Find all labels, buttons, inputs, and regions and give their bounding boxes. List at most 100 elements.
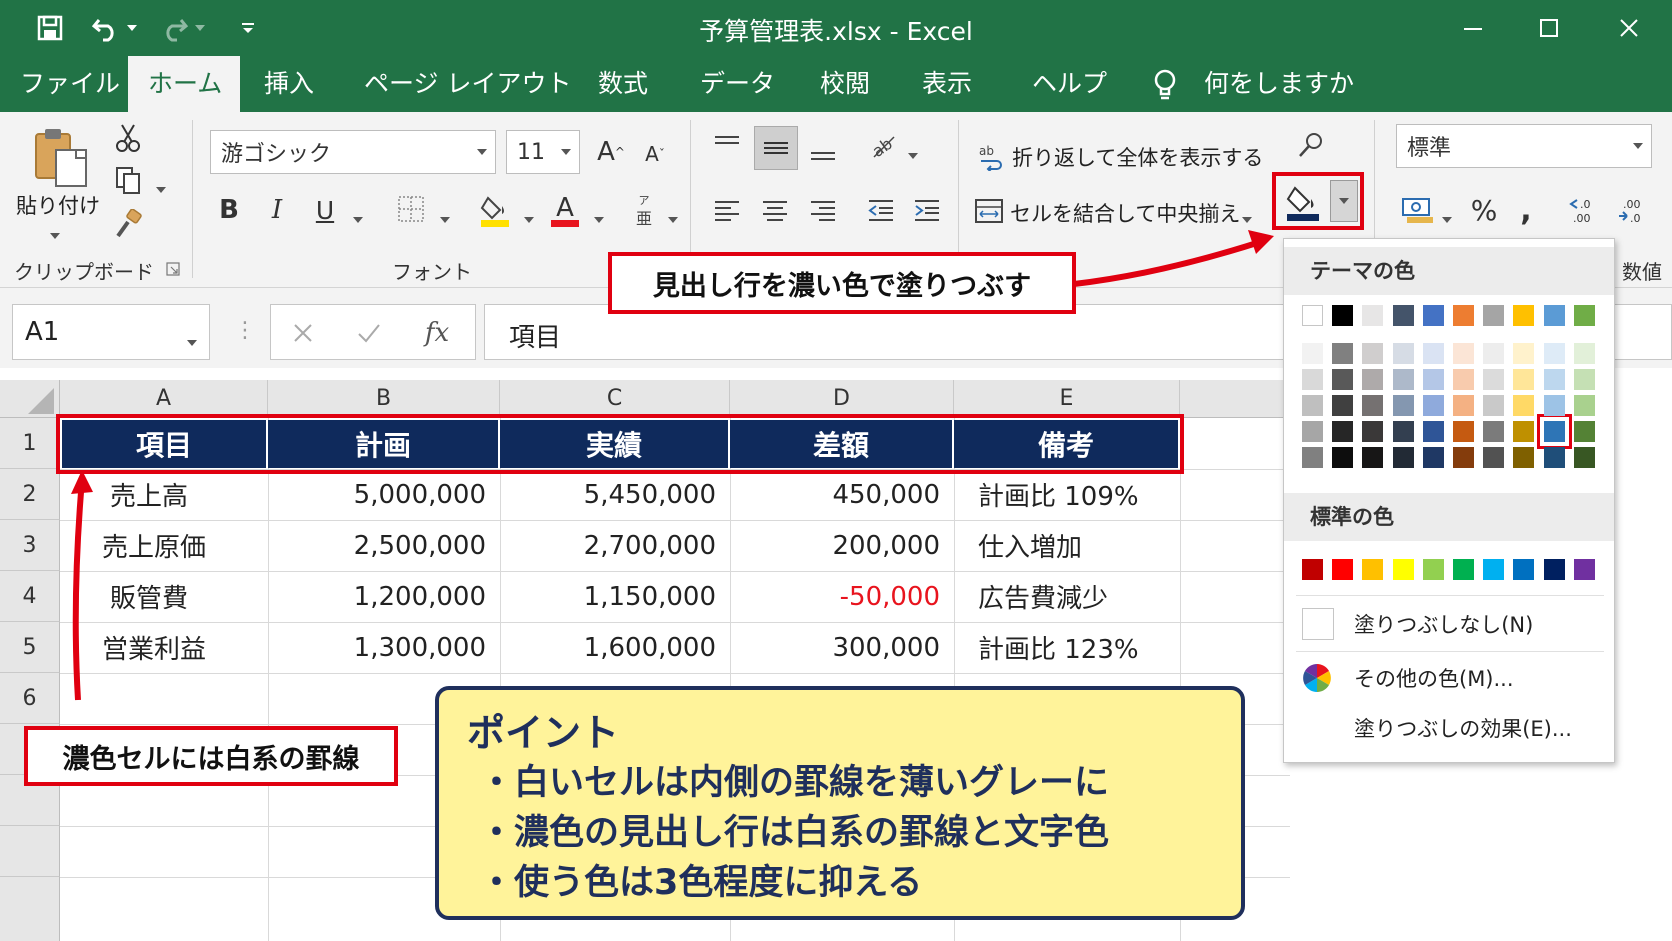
theme-shade-swatch[interactable] [1332,369,1354,390]
comma-style-icon[interactable]: , [1512,190,1540,230]
theme-color-swatch[interactable] [1302,305,1323,326]
theme-shade-swatch[interactable] [1392,447,1414,468]
underline-icon[interactable]: U [310,188,340,232]
merge-center-button[interactable]: セルを結合して中央揃え [1010,198,1240,228]
theme-color-swatch[interactable] [1513,305,1535,326]
tab-file[interactable]: ファイル [0,56,140,112]
tab-home[interactable]: ホーム [128,56,240,112]
row-header-2[interactable]: 2 [0,469,60,520]
theme-shade-swatch[interactable] [1422,421,1444,442]
font-color-dropdown-icon[interactable] [594,208,604,227]
row-header-10[interactable] [0,877,60,941]
theme-shade-swatch[interactable] [1543,421,1565,442]
tell-me-search[interactable]: 何をしますか [1184,56,1374,112]
theme-shade-swatch[interactable] [1513,447,1535,468]
fill-color-icon[interactable] [478,188,512,232]
theme-shade-swatch[interactable] [1362,447,1384,468]
tab-review[interactable]: 校閲 [800,56,890,112]
theme-shade-swatch[interactable] [1392,369,1414,390]
row-header-5[interactable]: 5 [0,622,60,673]
column-header-f[interactable] [1180,380,1290,418]
borders-icon[interactable] [394,192,428,226]
percent-style-icon[interactable]: % [1466,190,1502,230]
align-bottom-icon[interactable] [804,130,842,170]
row-header-9[interactable] [0,826,60,877]
standard-color-swatch[interactable] [1543,559,1565,580]
theme-shade-swatch[interactable] [1362,421,1384,442]
cell-a5[interactable]: 営業利益 [102,622,262,673]
italic-icon[interactable]: I [262,188,292,232]
theme-shade-swatch[interactable] [1332,421,1354,442]
decrease-decimal-icon[interactable]: .00.0 [1614,190,1654,230]
theme-color-swatch[interactable] [1453,305,1474,326]
copy-icon[interactable] [110,162,146,198]
underline-dropdown-icon[interactable] [353,208,363,227]
theme-shade-swatch[interactable] [1543,395,1565,416]
row-header-1[interactable]: 1 [0,418,60,469]
wrap-text-button[interactable]: 折り返して全体を表示する [1012,142,1263,172]
standard-color-swatch[interactable] [1422,559,1444,580]
cell-e3[interactable]: 仕入増加 [978,520,1178,571]
theme-shade-swatch[interactable] [1302,395,1323,416]
more-colors-menu-item[interactable]: その他の色(M)... [1284,653,1614,703]
cell-d2[interactable]: 450,000 [730,469,940,520]
theme-shade-swatch[interactable] [1483,343,1505,364]
cancel-entry-icon[interactable] [285,315,321,351]
theme-color-swatch[interactable] [1483,305,1505,326]
standard-color-swatch[interactable] [1302,559,1323,580]
theme-shade-swatch[interactable] [1362,343,1384,364]
theme-shade-swatch[interactable] [1422,369,1444,390]
cut-icon[interactable] [110,120,146,156]
find-select-icon[interactable] [1294,128,1328,162]
fill-color-dropdown-icon[interactable] [524,208,534,227]
merge-center-icon[interactable] [972,194,1006,228]
theme-shade-swatch[interactable] [1362,395,1384,416]
font-size-combo[interactable]: 11 [506,130,580,174]
theme-shade-swatch[interactable] [1573,343,1595,364]
theme-shade-swatch[interactable] [1483,421,1505,442]
theme-color-swatch[interactable] [1392,305,1414,326]
lightbulb-icon[interactable] [1150,68,1180,100]
increase-decimal-icon[interactable]: .0.00 [1566,190,1606,230]
cell-b2[interactable]: 5,000,000 [268,469,486,520]
cell-c3[interactable]: 2,700,000 [500,520,716,571]
theme-shade-swatch[interactable] [1392,421,1414,442]
fill-color-bucket-icon[interactable] [1280,178,1326,226]
theme-color-swatch[interactable] [1332,305,1354,326]
cell-d3[interactable]: 200,000 [730,520,940,571]
paste-icon[interactable] [32,126,90,188]
cell-e4[interactable]: 広告費減少 [978,571,1178,622]
column-header-c[interactable]: C [500,380,730,418]
font-color-icon[interactable]: A [548,188,582,232]
font-name-combo[interactable]: 游ゴシック [210,130,496,174]
maximize-button[interactable] [1524,8,1574,48]
tab-insert[interactable]: 挿入 [244,56,334,112]
no-fill-menu-item[interactable]: 塗りつぶしなし(N) [1284,599,1614,649]
cell-c5[interactable]: 1,600,000 [500,622,716,673]
theme-shade-swatch[interactable] [1422,395,1444,416]
theme-color-swatch[interactable] [1362,305,1384,326]
column-header-a[interactable]: A [60,380,268,418]
theme-shade-swatch[interactable] [1453,447,1474,468]
paste-button-label[interactable]: 貼り付け [16,190,100,220]
orientation-dropdown-icon[interactable] [908,144,918,163]
clipboard-launcher-icon[interactable] [166,262,180,276]
theme-shade-swatch[interactable] [1513,369,1535,390]
theme-shade-swatch[interactable] [1453,343,1474,364]
close-button[interactable] [1604,8,1654,48]
grow-font-icon[interactable]: A ^ [594,132,628,172]
accounting-dropdown-icon[interactable] [1442,208,1452,227]
theme-shade-swatch[interactable] [1392,343,1414,364]
insert-function-icon[interactable]: fx [417,313,457,353]
cell-d5[interactable]: 300,000 [730,622,940,673]
column-header-b[interactable]: B [268,380,500,418]
standard-color-swatch[interactable] [1483,559,1505,580]
theme-shade-swatch[interactable] [1332,343,1354,364]
theme-shade-swatch[interactable] [1543,447,1565,468]
theme-shade-swatch[interactable] [1362,369,1384,390]
theme-shade-swatch[interactable] [1513,395,1535,416]
select-all-button[interactable] [0,380,60,418]
standard-color-swatch[interactable] [1392,559,1414,580]
tab-data[interactable]: データ [680,56,795,112]
theme-shade-swatch[interactable] [1392,395,1414,416]
